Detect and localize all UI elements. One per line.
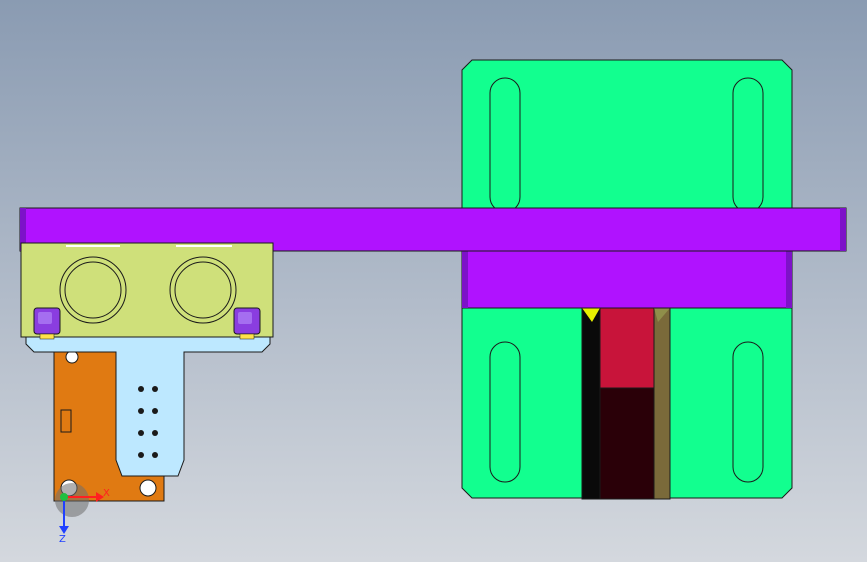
triad-origin bbox=[60, 493, 68, 501]
black-strip bbox=[581, 307, 601, 500]
bracket-hole bbox=[138, 452, 144, 458]
cad-scene[interactable]: X Z bbox=[0, 0, 867, 562]
bracket-hole bbox=[152, 430, 158, 436]
bracket-hole bbox=[138, 386, 144, 392]
bracket-hole bbox=[138, 408, 144, 414]
bracket-hole bbox=[138, 430, 144, 436]
orange-hole-bottom-right bbox=[139, 479, 157, 497]
rail-right-edge bbox=[840, 208, 846, 251]
x-axis-label: X bbox=[103, 488, 110, 499]
screw-left-highlight bbox=[38, 312, 52, 324]
screw-right-washer bbox=[239, 333, 255, 340]
triad-shadow bbox=[55, 483, 89, 517]
purple-block-right-edge bbox=[786, 251, 792, 308]
cad-viewport[interactable]: X Z bbox=[0, 0, 867, 562]
screw-left[interactable] bbox=[33, 307, 61, 340]
purple-carriage-block[interactable] bbox=[461, 250, 793, 309]
orange-hole-top bbox=[65, 350, 79, 364]
bracket-hole bbox=[152, 452, 158, 458]
bracket-hole bbox=[152, 386, 158, 392]
screw-right-highlight bbox=[238, 312, 252, 324]
red-block[interactable] bbox=[599, 307, 655, 389]
screw-right[interactable] bbox=[233, 307, 261, 340]
bracket-hole bbox=[152, 408, 158, 414]
purple-block-left-edge bbox=[462, 251, 468, 308]
maroon-block[interactable] bbox=[599, 387, 655, 500]
screw-left-washer bbox=[39, 333, 55, 340]
olive-strip bbox=[653, 307, 671, 500]
z-axis-label: Z bbox=[59, 534, 66, 545]
